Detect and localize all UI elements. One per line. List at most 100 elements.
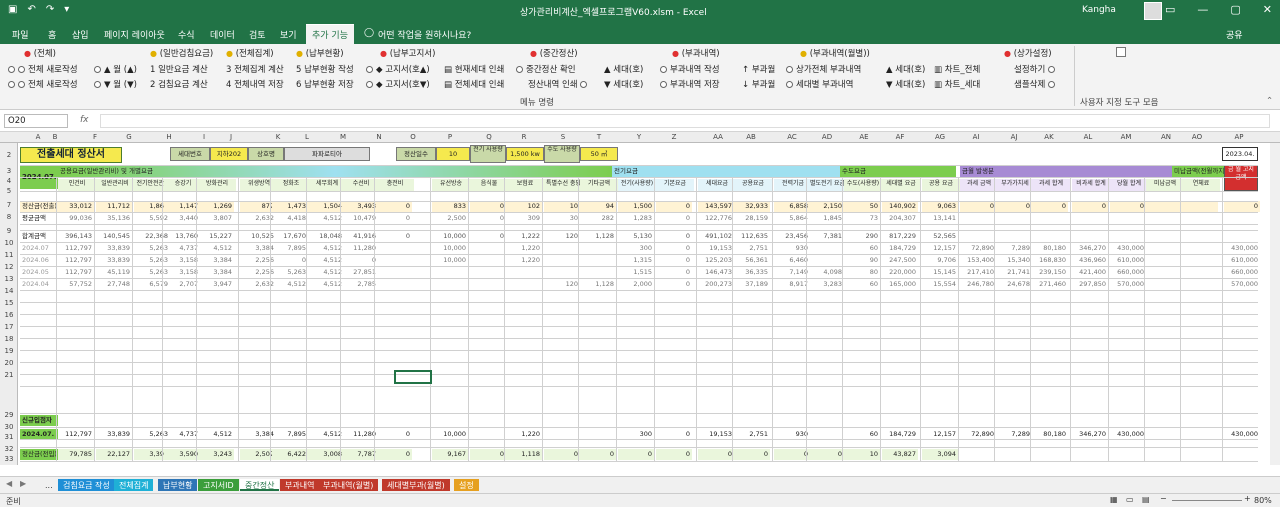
- tab-review[interactable]: 검토: [249, 28, 266, 41]
- table-cell[interactable]: 3,158: [164, 255, 200, 266]
- table-cell[interactable]: 1,515: [618, 267, 654, 278]
- table-cell[interactable]: [996, 213, 1032, 224]
- view-pagebreak-icon[interactable]: ▤: [1142, 495, 1150, 504]
- table-cell[interactable]: 0: [470, 201, 506, 212]
- table-cell[interactable]: 0: [960, 201, 996, 212]
- table-cell[interactable]: 10,000: [432, 231, 468, 242]
- table-cell[interactable]: 112,797: [58, 243, 94, 254]
- tab-add-ins[interactable]: 추가 기능: [306, 24, 354, 46]
- table-cell[interactable]: 271,460: [1032, 279, 1068, 290]
- table-cell[interactable]: 13,141: [922, 213, 958, 224]
- table-cell[interactable]: [376, 243, 412, 254]
- table-cell[interactable]: 2,150: [808, 201, 844, 212]
- table-cell[interactable]: 6,858: [774, 201, 810, 212]
- table-cell[interactable]: 60: [844, 279, 880, 290]
- table-cell[interactable]: 0: [470, 213, 506, 224]
- row-header[interactable]: 14: [0, 287, 18, 295]
- month-up-button[interactable]: ▲ 월 (▲): [94, 63, 137, 75]
- table-cell[interactable]: 168,830: [1032, 255, 1068, 266]
- table-cell[interactable]: 1,504: [308, 201, 344, 212]
- table-cell[interactable]: 1,315: [618, 255, 654, 266]
- table-cell[interactable]: 2,000: [618, 279, 654, 290]
- sheet-tab[interactable]: 전체집계: [114, 479, 154, 491]
- table-cell[interactable]: 140,902: [882, 201, 918, 212]
- table-cell[interactable]: 4,512: [308, 267, 344, 278]
- table-cell[interactable]: 153,400: [960, 255, 996, 266]
- fx-icon[interactable]: fx: [80, 115, 89, 125]
- table-cell[interactable]: 0: [342, 255, 378, 266]
- table-cell[interactable]: [1146, 213, 1182, 224]
- column-header[interactable]: AA: [698, 133, 738, 141]
- table-cell[interactable]: 1,283: [618, 213, 654, 224]
- table-cell[interactable]: 0: [656, 279, 692, 290]
- column-header[interactable]: S: [544, 133, 582, 141]
- table-cell[interactable]: 430,000: [1110, 243, 1146, 254]
- table-cell[interactable]: [1146, 255, 1182, 266]
- table-cell[interactable]: 33,839: [96, 243, 132, 254]
- row-header[interactable]: 20: [0, 359, 18, 367]
- column-header[interactable]: N: [360, 133, 398, 141]
- column-header[interactable]: G: [114, 133, 144, 141]
- table-cell[interactable]: 491,102: [698, 231, 734, 242]
- table-cell[interactable]: 80,180: [1032, 243, 1068, 254]
- column-header[interactable]: P: [432, 133, 468, 141]
- table-cell[interactable]: [1146, 279, 1182, 290]
- table-cell[interactable]: 2,707: [164, 279, 200, 290]
- row-header[interactable]: 15: [0, 299, 18, 307]
- view-layout-icon[interactable]: ▭: [1126, 495, 1134, 504]
- table-cell[interactable]: 1,147: [164, 201, 200, 212]
- summary-save-button[interactable]: 4 전체내역 저장: [226, 78, 284, 90]
- table-cell[interactable]: 28,159: [734, 213, 770, 224]
- print-current-button[interactable]: ▤ 현재세대 인쇄: [444, 63, 504, 75]
- table-cell[interactable]: 2,500: [432, 213, 468, 224]
- tab-formulas[interactable]: 수식: [178, 28, 195, 41]
- table-cell[interactable]: [506, 279, 542, 290]
- table-cell[interactable]: 0: [376, 213, 412, 224]
- table-cell[interactable]: 7,149: [774, 267, 810, 278]
- table-cell[interactable]: 220,000: [882, 267, 918, 278]
- tab-home[interactable]: 홈: [48, 28, 56, 41]
- table-cell[interactable]: 7,381: [808, 231, 844, 242]
- interim-check-button[interactable]: 중간정산 확인: [516, 63, 576, 75]
- table-cell[interactable]: 2,785: [342, 279, 378, 290]
- table-cell[interactable]: 125,203: [698, 255, 734, 266]
- table-cell[interactable]: 10,479: [342, 213, 378, 224]
- row-header[interactable]: 12: [0, 263, 18, 271]
- table-cell[interactable]: 17,670: [272, 231, 308, 242]
- row-header[interactable]: 18: [0, 335, 18, 343]
- table-cell[interactable]: [470, 267, 506, 278]
- table-cell[interactable]: 10,000: [432, 255, 468, 266]
- table-cell[interactable]: 7,895: [272, 243, 308, 254]
- table-cell[interactable]: 3,384: [198, 267, 234, 278]
- row-header[interactable]: 31: [0, 433, 18, 441]
- collapse-ribbon-icon[interactable]: ⌃: [1266, 96, 1273, 106]
- ribbon-options-icon[interactable]: ▭: [1165, 3, 1175, 16]
- table-cell[interactable]: [1146, 201, 1182, 212]
- zoom-out-button[interactable]: −: [1160, 494, 1167, 503]
- store-name-value[interactable]: 파파로티아: [284, 147, 370, 161]
- tab-view[interactable]: 보기: [280, 28, 297, 41]
- table-cell[interactable]: 0: [996, 201, 1032, 212]
- table-cell[interactable]: 8,917: [774, 279, 810, 290]
- table-cell[interactable]: 122,776: [698, 213, 734, 224]
- table-cell[interactable]: 4,512: [308, 243, 344, 254]
- power-usage-value[interactable]: 1,500 kw: [506, 147, 544, 161]
- table-cell[interactable]: 0: [544, 449, 580, 460]
- table-cell[interactable]: 112,797: [58, 267, 94, 278]
- avatar[interactable]: [1144, 2, 1162, 20]
- column-header[interactable]: M: [326, 133, 360, 141]
- table-cell[interactable]: [432, 279, 468, 290]
- table-cell[interactable]: 35,136: [96, 213, 132, 224]
- table-cell[interactable]: 10: [544, 201, 580, 212]
- tab-scroll-right-icon[interactable]: ▶: [20, 479, 26, 488]
- table-cell[interactable]: 1,220: [506, 243, 542, 254]
- table-cell[interactable]: 3,008: [308, 449, 344, 460]
- table-cell[interactable]: 660,000: [1224, 267, 1260, 278]
- table-cell[interactable]: [1224, 213, 1260, 224]
- sheet-tab[interactable]: ...: [40, 479, 58, 491]
- column-header[interactable]: AD: [808, 133, 846, 141]
- column-header[interactable]: AO: [1180, 133, 1214, 141]
- column-header[interactable]: AP: [1224, 133, 1254, 141]
- table-cell[interactable]: 12,157: [922, 243, 958, 254]
- table-cell[interactable]: 37,189: [734, 279, 770, 290]
